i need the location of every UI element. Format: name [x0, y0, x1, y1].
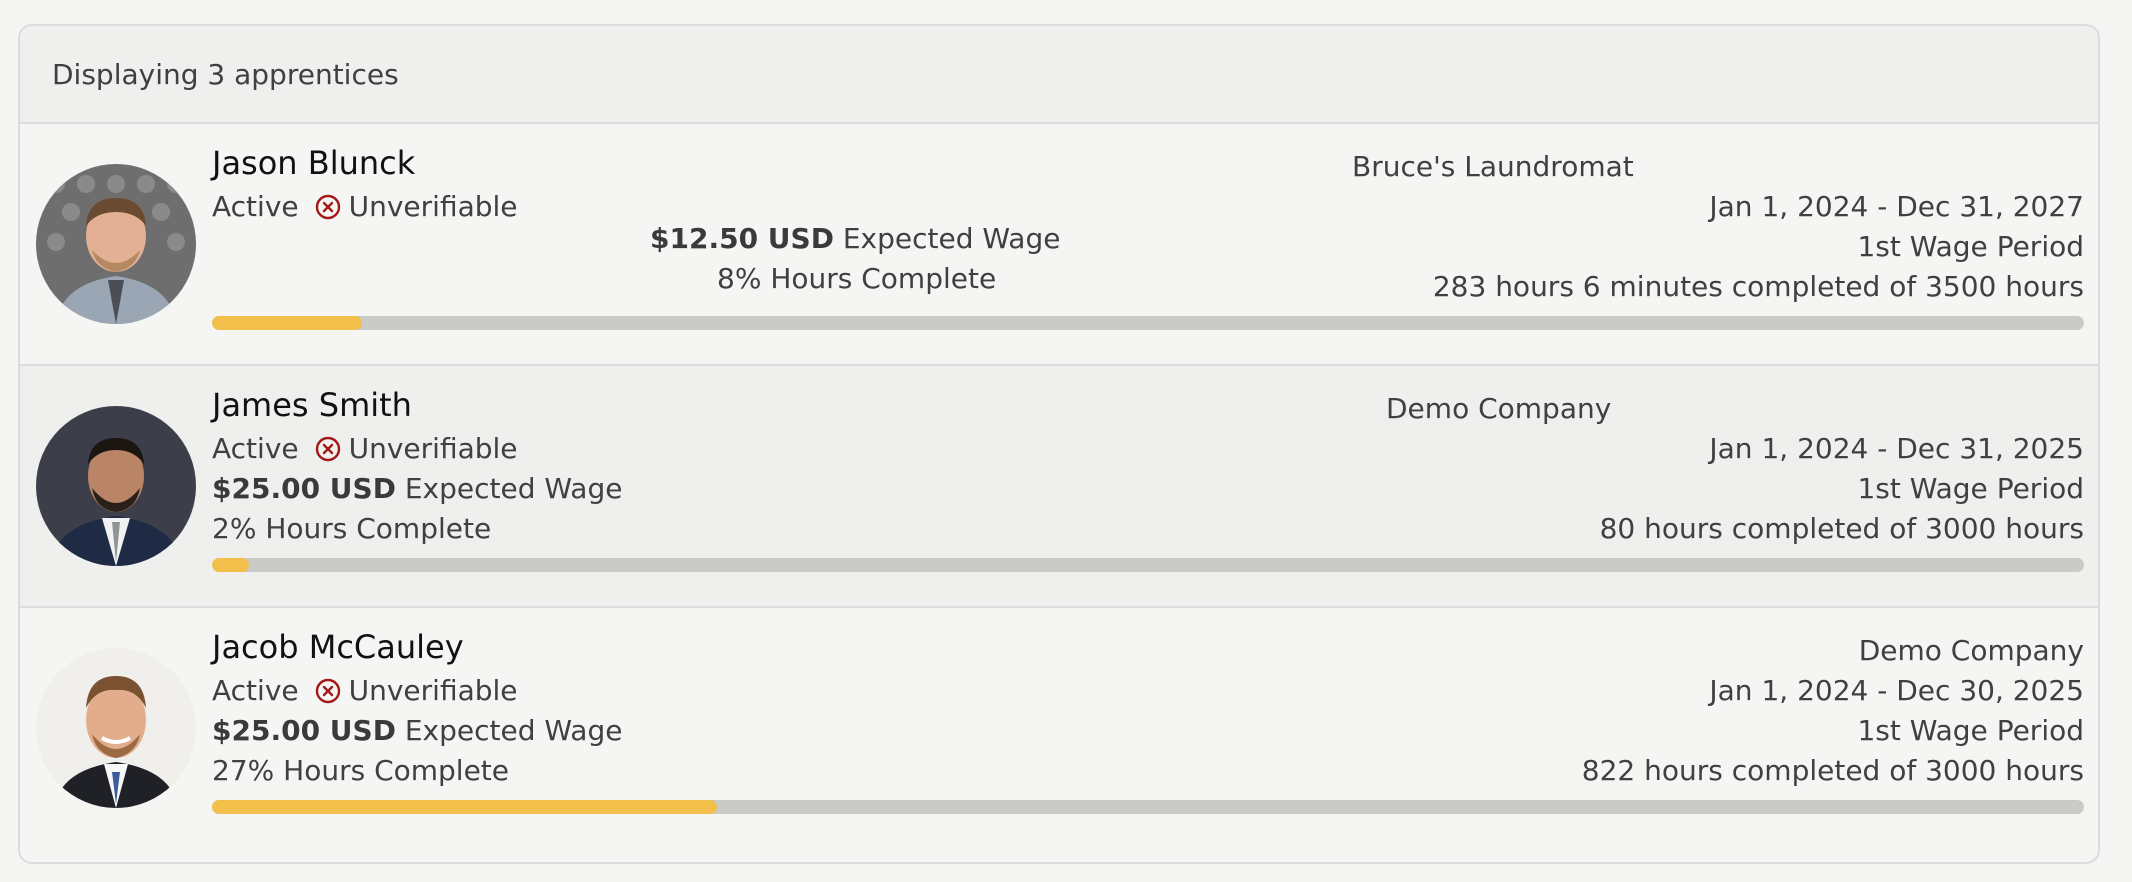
hours-progress-bar — [212, 558, 2084, 572]
wage-period: 1st Wage Period — [1857, 472, 2084, 505]
wage-amount: $25.00 USD — [212, 714, 396, 747]
apprentice-list-panel: Displaying 3 apprentices Jason Blunck Ac… — [18, 24, 2100, 864]
verification-text: Unverifiable — [348, 432, 518, 465]
hours-completed: 80 hours completed of 3000 hours — [1599, 512, 2084, 545]
apprentice-name[interactable]: James Smith — [212, 386, 412, 424]
wage-period: 1st Wage Period — [1857, 230, 2084, 263]
company-name: Demo Company — [1386, 392, 1612, 425]
progress-fill — [212, 800, 718, 814]
apprentice-row[interactable]: Jason Blunck Active Unverifiable $12.50 … — [20, 124, 2098, 366]
status-line: Active Unverifiable — [212, 432, 518, 465]
x-circle-icon — [315, 436, 341, 462]
wage-amount: $12.50 USD — [650, 222, 834, 255]
x-circle-icon — [315, 678, 341, 704]
status-text: Active — [212, 432, 299, 465]
avatar — [36, 648, 196, 808]
expected-wage: $25.00 USD Expected Wage — [212, 472, 622, 505]
apprentice-name[interactable]: Jason Blunck — [212, 144, 415, 182]
wage-label: Expected Wage — [404, 472, 623, 505]
hours-complete-percent: 27% Hours Complete — [212, 754, 510, 787]
progress-fill — [212, 558, 250, 572]
hours-progress-bar — [212, 316, 2084, 330]
date-range: Jan 1, 2024 - Dec 31, 2027 — [1709, 190, 2084, 223]
list-header: Displaying 3 apprentices — [20, 26, 2098, 124]
status-line: Active Unverifiable — [212, 190, 518, 223]
expected-wage: $12.50 USD Expected Wage — [650, 222, 1060, 255]
status-text: Active — [212, 190, 299, 223]
status-line: Active Unverifiable — [212, 674, 518, 707]
verification-text: Unverifiable — [348, 190, 518, 223]
wage-amount: $25.00 USD — [212, 472, 396, 505]
apprentice-row[interactable]: Jacob McCauley Active Unverifiable $25.0… — [20, 608, 2098, 850]
status-text: Active — [212, 674, 299, 707]
wage-period: 1st Wage Period — [1857, 714, 2084, 747]
date-range: Jan 1, 2024 - Dec 30, 2025 — [1709, 674, 2084, 707]
expected-wage: $25.00 USD Expected Wage — [212, 714, 622, 747]
verification-text: Unverifiable — [348, 674, 518, 707]
date-range: Jan 1, 2024 - Dec 31, 2025 — [1709, 432, 2084, 465]
apprentice-name[interactable]: Jacob McCauley — [212, 628, 464, 666]
hours-progress-bar — [212, 800, 2084, 814]
progress-fill — [212, 316, 362, 330]
avatar — [36, 164, 196, 324]
wage-label: Expected Wage — [842, 222, 1061, 255]
company-name: Bruce's Laundromat — [1352, 150, 1634, 183]
wage-label: Expected Wage — [404, 714, 623, 747]
hours-complete-percent: 8% Hours Complete — [717, 262, 997, 295]
apprentice-row[interactable]: James Smith Active Unverifiable $25.00 U… — [20, 366, 2098, 608]
x-circle-icon — [315, 194, 341, 220]
hours-completed: 822 hours completed of 3000 hours — [1581, 754, 2084, 787]
hours-completed: 283 hours 6 minutes completed of 3500 ho… — [1432, 270, 2084, 303]
avatar — [36, 406, 196, 566]
company-name: Demo Company — [1858, 634, 2084, 667]
hours-complete-percent: 2% Hours Complete — [212, 512, 492, 545]
apprentice-count: Displaying 3 apprentices — [52, 57, 399, 91]
